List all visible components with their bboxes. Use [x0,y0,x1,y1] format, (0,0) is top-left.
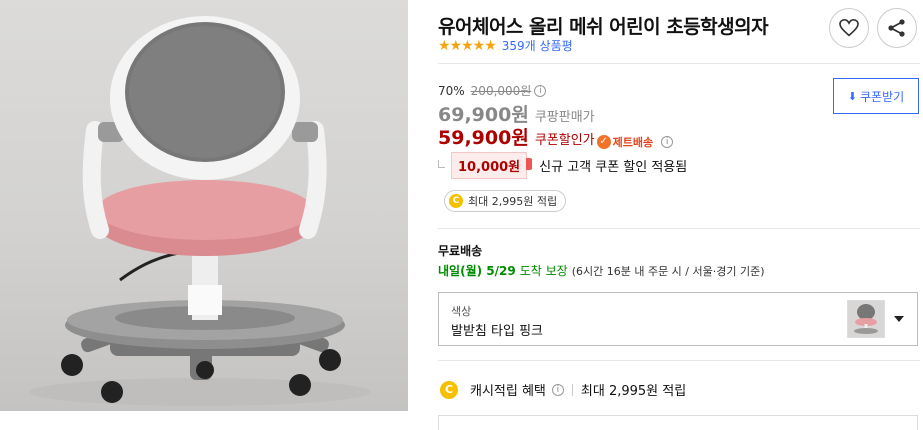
product-image[interactable] [0,0,408,411]
discount-row: 70% 200,000원 i [438,82,547,99]
chair-illustration [30,16,370,406]
option-thumbnail [847,300,885,338]
separator [571,383,573,396]
delivery-row: 내일(월) 5/29 도착 보장 (6시간 16분 내 주문 시 / 서울·경기… [438,262,765,279]
jet-delivery-badge: ✓ 제트배송 [596,134,654,150]
option-label: 색상 [451,305,472,318]
info-icon[interactable]: i [534,84,547,97]
divider [438,228,920,229]
points-badge: C 최대 2,995원 적립 [444,190,567,212]
new-customer-coupon-row: 10,000원 신규 고객 쿠폰 할인 적용됨 [438,152,687,179]
jet-delivery-label: 제트배송 [612,136,654,149]
corner-line [438,159,445,168]
coin-icon: C [440,380,458,399]
cash-reward-label: 캐시적립 혜택 [470,384,546,399]
cash-reward-value: 최대 2,995원 적립 [580,384,687,399]
rocket-icon: ✓ [596,135,611,149]
discount-rate: 70% [438,83,465,98]
arrival-guarantee: 도착 보장 [519,264,568,278]
chevron-down-icon [894,316,904,322]
share-icon [888,19,905,37]
color-option-select[interactable]: 색상 발받침 타입 핑크 [438,292,918,346]
heart-icon [839,19,859,37]
points-text: 최대 2,995원 적립 [468,195,558,208]
product-info-panel: 유어체어스 올리 메쉬 어린이 초등학생의자 ★★★★★ 359개 상품평 70… [438,0,923,430]
divider [438,63,920,64]
coupon-price: 59,900원 [438,127,529,149]
wishlist-button[interactable] [829,8,869,48]
cash-reward-row: C 캐시적립 혜택 i 최대 2,995원 적립 [440,380,686,399]
get-coupon-label: 쿠폰받기 [860,89,905,104]
download-icon: ⬇ [847,89,858,103]
rating-row: ★★★★★ 359개 상품평 [438,37,573,54]
order-cutoff: (6시간 16분 내 주문 시 / 서울·경기 기준) [571,265,765,278]
arrival-date: 내일(월) 5/29 [438,264,516,278]
new-coupon-text: 신규 고객 쿠폰 할인 적용됨 [539,160,688,175]
shipping-title: 무료배송 [438,244,483,258]
next-section-box [438,415,918,430]
coupon-price-row: 59,900원 쿠폰할인가 ✓ 제트배송 i [438,123,674,150]
coin-icon: C [449,194,463,208]
review-count-link[interactable]: 359개 상품평 [502,37,573,54]
original-price: 200,000원 [470,84,532,98]
coupon-amount-tag: 10,000원 [451,152,533,179]
info-icon[interactable]: i [661,136,674,148]
product-title: 유어체어스 올리 메쉬 어린이 초등학생의자 [438,16,769,38]
coupon-price-label: 쿠폰할인가 [534,133,595,148]
info-icon[interactable]: i [551,383,564,396]
share-button[interactable] [877,8,917,48]
rating-stars-icon: ★★★★★ [438,37,497,54]
divider [438,360,920,361]
option-value: 발받침 타입 핑크 [451,324,543,339]
get-coupon-button[interactable]: ⬇ 쿠폰받기 [833,78,919,114]
